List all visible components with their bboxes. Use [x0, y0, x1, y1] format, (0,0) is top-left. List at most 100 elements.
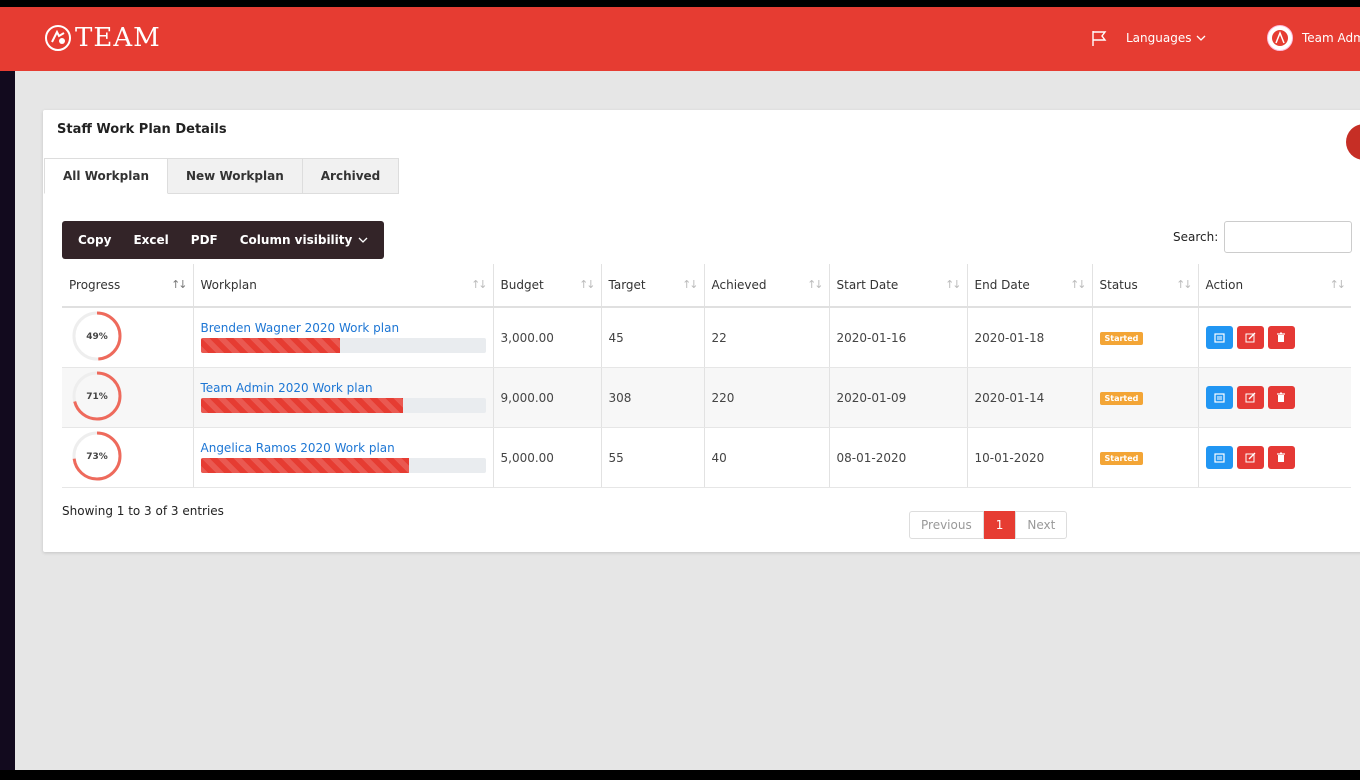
progress-label: 71%: [86, 392, 108, 402]
progress-bar: [200, 457, 486, 473]
sort-icon: ↑↓: [682, 278, 699, 291]
edit-button[interactable]: [1236, 386, 1264, 409]
end-date-cell: 10-01-2020: [967, 427, 1093, 488]
delete-button[interactable]: [1267, 446, 1295, 469]
progress-cell: 73%: [62, 427, 194, 488]
view-button[interactable]: [1205, 446, 1233, 469]
flag-icon[interactable]: [1090, 29, 1108, 47]
view-button[interactable]: [1205, 386, 1233, 409]
logo[interactable]: TEAM: [44, 23, 161, 53]
col-action-label: Action: [1205, 278, 1244, 292]
list-icon: [1213, 332, 1225, 343]
progress-bar-fill: [200, 397, 403, 413]
sort-icon: ↑↓: [1329, 278, 1347, 291]
chevron-down-icon: [1197, 35, 1206, 41]
col-start-date[interactable]: Start Date ↑↓: [829, 264, 968, 308]
languages-dropdown[interactable]: Languages: [1126, 31, 1206, 45]
card-title: Staff Work Plan Details: [57, 122, 227, 137]
budget-cell: 9,000.00: [493, 367, 602, 428]
col-workplan-label: Workplan: [200, 278, 257, 292]
previous-page-button[interactable]: Previous: [909, 511, 984, 539]
delete-button[interactable]: [1267, 326, 1295, 349]
list-icon: [1213, 392, 1225, 403]
col-end-date[interactable]: End Date ↑↓: [967, 264, 1093, 308]
edit-button[interactable]: [1236, 326, 1264, 349]
status-cell: Started: [1092, 427, 1199, 488]
app-header: TEAM Languages Team Admin: [0, 7, 1360, 71]
avatar: [1267, 25, 1293, 51]
col-budget[interactable]: Budget ↑↓: [493, 264, 602, 308]
trash-icon: [1277, 332, 1285, 342]
tab-all-workplan[interactable]: All Workplan: [44, 158, 168, 194]
workplan-table: Progress ↑↓ Workplan ↑↓ Budget ↑↓ Target ↑↓ …: [62, 264, 1351, 488]
workplan-cell: Team Admin 2020 Work plan: [193, 367, 494, 428]
progress-bar-fill: [200, 457, 409, 473]
col-action[interactable]: Action ↑↓: [1198, 264, 1351, 308]
col-target[interactable]: Target ↑↓: [601, 264, 705, 308]
delete-button[interactable]: [1267, 386, 1295, 409]
workplan-link[interactable]: Team Admin 2020 Work plan: [201, 381, 486, 395]
action-cell: [1198, 307, 1351, 368]
progress-ring: 49%: [72, 311, 122, 361]
top-edge: [0, 0, 1360, 7]
status-badge: Started: [1099, 332, 1144, 345]
excel-button[interactable]: Excel: [122, 233, 179, 247]
search-label: Search:: [1173, 230, 1219, 244]
target-cell: 45: [601, 307, 705, 368]
table-row: 73% Angelica Ramos 2020 Work plan 5,000.…: [62, 427, 1351, 488]
progress-label: 73%: [86, 452, 108, 462]
end-date-cell: 2020-01-14: [967, 367, 1093, 428]
col-budget-label: Budget: [500, 278, 544, 292]
workplan-cell: Angelica Ramos 2020 Work plan: [193, 427, 494, 488]
workplan-link[interactable]: Brenden Wagner 2020 Work plan: [201, 321, 486, 335]
table-info: Showing 1 to 3 of 3 entries: [62, 504, 224, 518]
edit-button[interactable]: [1236, 446, 1264, 469]
col-workplan[interactable]: Workplan ↑↓: [193, 264, 494, 308]
floating-action-button[interactable]: [1346, 124, 1360, 160]
col-achieved-label: Achieved: [711, 278, 767, 292]
sort-icon: ↑↓: [579, 278, 596, 291]
tab-archived[interactable]: Archived: [302, 158, 400, 194]
pdf-button[interactable]: PDF: [180, 233, 229, 247]
column-visibility-button[interactable]: Column visibility: [229, 233, 380, 247]
copy-button[interactable]: Copy: [67, 233, 122, 247]
sidebar-edge: [0, 71, 15, 780]
sort-icon: ↑↓: [1176, 278, 1193, 291]
edit-icon: [1245, 452, 1255, 463]
tab-new-workplan[interactable]: New Workplan: [168, 158, 303, 194]
edit-icon: [1245, 332, 1255, 343]
col-status-label: Status: [1099, 278, 1138, 292]
end-date-cell: 2020-01-18: [967, 307, 1093, 368]
trash-icon: [1277, 392, 1285, 402]
user-menu[interactable]: Team Admin: [1267, 25, 1360, 51]
progress-cell: 49%: [62, 307, 194, 368]
trash-icon: [1277, 452, 1285, 462]
sort-icon: ↑↓: [471, 278, 488, 291]
progress-bar-fill: [200, 337, 341, 353]
page-1-button[interactable]: 1: [983, 511, 1016, 539]
col-achieved[interactable]: Achieved ↑↓: [704, 264, 830, 308]
tab-bar: All Workplan New Workplan Archived: [44, 158, 400, 194]
start-date-cell: 08-01-2020: [829, 427, 968, 488]
budget-cell: 3,000.00: [493, 307, 602, 368]
workplan-card: Staff Work Plan Details All Workplan New…: [43, 110, 1360, 552]
view-button[interactable]: [1205, 326, 1233, 349]
progress-bar: [200, 337, 486, 353]
table-row: 49% Brenden Wagner 2020 Work plan 3,000.…: [62, 307, 1351, 368]
col-target-label: Target: [608, 278, 646, 292]
search-input[interactable]: [1224, 221, 1353, 253]
workplan-cell: Brenden Wagner 2020 Work plan: [193, 307, 494, 368]
languages-label: Languages: [1126, 31, 1192, 45]
next-page-button[interactable]: Next: [1015, 511, 1068, 539]
avatar-icon: [1272, 30, 1288, 46]
col-end-date-label: End Date: [974, 278, 1030, 292]
sort-icon: ↑↓: [807, 278, 824, 291]
achieved-cell: 22: [704, 307, 830, 368]
col-status[interactable]: Status ↑↓: [1092, 264, 1199, 308]
chevron-down-icon: [358, 237, 368, 243]
achieved-cell: 40: [704, 427, 830, 488]
target-cell: 308: [601, 367, 705, 428]
col-progress[interactable]: Progress ↑↓: [62, 264, 194, 308]
workplan-link[interactable]: Angelica Ramos 2020 Work plan: [201, 441, 486, 455]
pagination: Previous 1 Next: [909, 511, 1068, 539]
